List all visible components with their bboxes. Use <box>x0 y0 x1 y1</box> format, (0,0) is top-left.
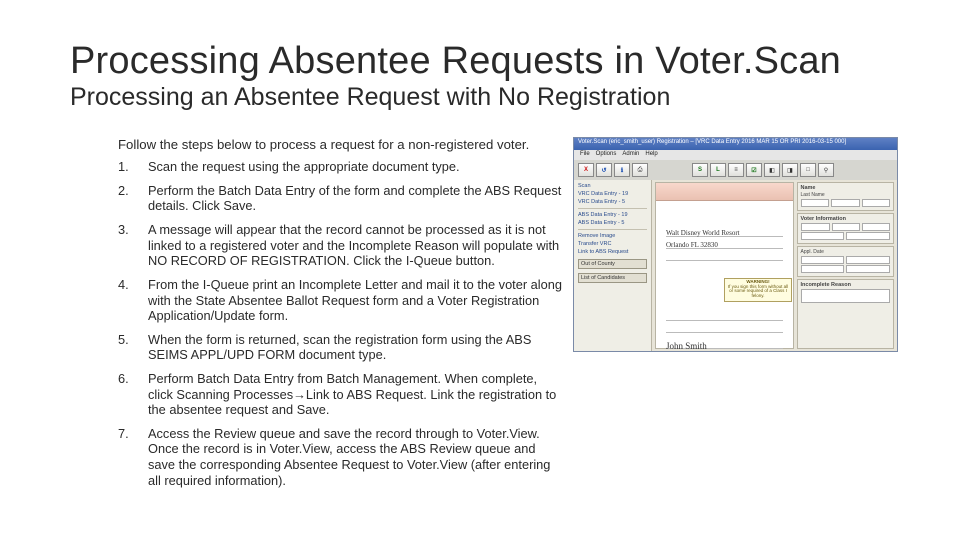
id-type-field[interactable] <box>801 265 845 273</box>
steps-list: 1.Scan the request using the appropriate… <box>118 159 565 488</box>
last-name-field[interactable] <box>801 199 830 207</box>
appl-date-field[interactable] <box>801 256 845 264</box>
panel-right-icon[interactable]: ◨ <box>782 163 798 177</box>
form-address-line: Walt Disney World Resort <box>666 229 783 237</box>
step-number: 1. <box>118 159 148 175</box>
save-icon[interactable]: S <box>692 163 708 177</box>
warning-text: If you sign this form without all or som… <box>728 284 788 298</box>
step-text: When the form is returned, scan the regi… <box>148 332 565 363</box>
panel-title: Name <box>801 185 891 191</box>
uocava-field[interactable] <box>846 232 890 240</box>
step-item: 1.Scan the request using the appropriate… <box>118 159 565 175</box>
sidebar-separator <box>578 229 647 230</box>
page-subtitle: Processing an Absentee Request with No R… <box>70 84 960 112</box>
appl-panel: Appl. Date <box>797 246 895 277</box>
step-item: 5.When the form is returned, scan the re… <box>118 332 565 363</box>
refresh-icon[interactable]: ↺ <box>596 163 612 177</box>
step-item: 2.Perform the Batch Data Entry of the fo… <box>118 183 565 214</box>
label-last-name: Last Name <box>801 192 825 198</box>
scanned-form: Walt Disney World Resort Orlando FL 3283… <box>655 182 794 349</box>
sidebar-item-transfer-vrc[interactable]: Transfer VRC <box>578 241 647 247</box>
step-item: 6.Perform Batch Data Entry from Batch Ma… <box>118 371 565 418</box>
step-text: Perform Batch Data Entry from Batch Mana… <box>148 371 565 418</box>
sidebar-item-link-abs[interactable]: Link to ABS Request <box>578 249 647 255</box>
form-blank-line <box>666 325 783 333</box>
sidebar-separator <box>578 208 647 209</box>
first-name-field[interactable] <box>831 199 860 207</box>
dob-field[interactable] <box>801 223 831 231</box>
screenshot-column: Voter.Scan (eric_smith_user) Registratio… <box>573 137 898 352</box>
menu-options[interactable]: Options <box>596 151 617 159</box>
search-icon[interactable]: ⚲ <box>818 163 834 177</box>
appl-num-field[interactable] <box>846 256 890 264</box>
form-city-line: Orlando FL 32830 <box>666 241 783 249</box>
step-number: 6. <box>118 371 148 418</box>
sidebar-item-vrc19[interactable]: VRC Data Entry - 19 <box>578 191 647 197</box>
screenshot-voterscan: Voter.Scan (eric_smith_user) Registratio… <box>573 137 898 352</box>
age-field[interactable] <box>832 223 860 231</box>
sidebar-item-vrc5[interactable]: VRC Data Entry - 5 <box>578 199 647 205</box>
step-item: 4.From the I-Queue print an Incomplete L… <box>118 277 565 324</box>
step-text: Access the Review queue and save the rec… <box>148 426 565 488</box>
sidebar: Scan VRC Data Entry - 19 VRC Data Entry … <box>574 180 652 351</box>
label-appl-date: Appl. Date <box>801 249 824 255</box>
panel-left-icon[interactable]: ◧ <box>764 163 780 177</box>
form-header-photo <box>656 183 793 201</box>
form-warning-box: WARNING! If you sign this form without a… <box>724 278 792 302</box>
step-number: 2. <box>118 183 148 214</box>
id-num-field[interactable] <box>846 265 890 273</box>
menu-help[interactable]: Help <box>645 151 657 159</box>
app-body: Scan VRC Data Entry - 19 VRC Data Entry … <box>574 180 897 351</box>
window-titlebar: Voter.Scan (eric_smith_user) Registratio… <box>574 138 897 150</box>
step-number: 4. <box>118 277 148 324</box>
step-text: A message will appear that the record ca… <box>148 222 565 269</box>
print-icon[interactable]: ⎙ <box>632 163 648 177</box>
toolbar: X ↺ ℹ ⎙ S L ≡ ☑ ◧ ◨ □ ⚲ <box>574 160 897 180</box>
page-title: Processing Absentee Requests in Voter.Sc… <box>70 42 960 82</box>
step-number: 7. <box>118 426 148 488</box>
form-blank-line <box>666 313 783 321</box>
info-icon[interactable]: ℹ <box>614 163 630 177</box>
voter-info-panel: Voter Information <box>797 213 895 244</box>
suffix-field[interactable] <box>862 199 890 207</box>
menu-admin[interactable]: Admin <box>622 151 639 159</box>
list-icon[interactable]: ≡ <box>728 163 744 177</box>
step-text: From the I-Queue print an Incomplete Let… <box>148 277 565 324</box>
sidebar-item-scan[interactable]: Scan <box>578 183 647 189</box>
content-row: Follow the steps below to process a requ… <box>70 137 960 496</box>
form-signature: John Smith <box>666 341 783 349</box>
incomplete-reason-panel: Incomplete Reason <box>797 279 895 349</box>
list-of-candidates-button[interactable]: List of Candidates <box>578 273 647 283</box>
step-text: Scan the request using the appropriate d… <box>148 159 565 175</box>
sidebar-item-abs19[interactable]: ABS Data Entry - 19 <box>578 212 647 218</box>
name-panel: Name Last Name <box>797 182 895 211</box>
close-icon[interactable]: X <box>578 163 594 177</box>
menu-file[interactable]: File <box>580 151 590 159</box>
instructions-column: Follow the steps below to process a requ… <box>70 137 565 496</box>
main-area: Walt Disney World Resort Orlando FL 3283… <box>652 180 897 351</box>
phone-field[interactable] <box>801 232 845 240</box>
link-icon[interactable]: L <box>710 163 726 177</box>
step-number: 5. <box>118 332 148 363</box>
gender-field[interactable] <box>862 223 890 231</box>
window-icon[interactable]: □ <box>800 163 816 177</box>
step-text: Perform the Batch Data Entry of the form… <box>148 183 565 214</box>
right-panels: Name Last Name Voter Information Appl. D… <box>797 182 895 349</box>
step-number: 3. <box>118 222 148 269</box>
check-icon[interactable]: ☑ <box>746 163 762 177</box>
step-item: 7.Access the Review queue and save the r… <box>118 426 565 488</box>
out-of-county-button[interactable]: Out of County <box>578 259 647 269</box>
step-item: 3.A message will appear that the record … <box>118 222 565 269</box>
incomplete-reason-field[interactable] <box>801 289 891 303</box>
menubar: File Options Admin Help <box>574 150 897 160</box>
intro-text: Follow the steps below to process a requ… <box>118 137 565 153</box>
panel-title: Incomplete Reason <box>801 282 891 288</box>
form-blank-line <box>666 253 783 261</box>
panel-title: Voter Information <box>801 216 891 222</box>
sidebar-item-remove-image[interactable]: Remove Image <box>578 233 647 239</box>
sidebar-item-abs5[interactable]: ABS Data Entry - 5 <box>578 220 647 226</box>
